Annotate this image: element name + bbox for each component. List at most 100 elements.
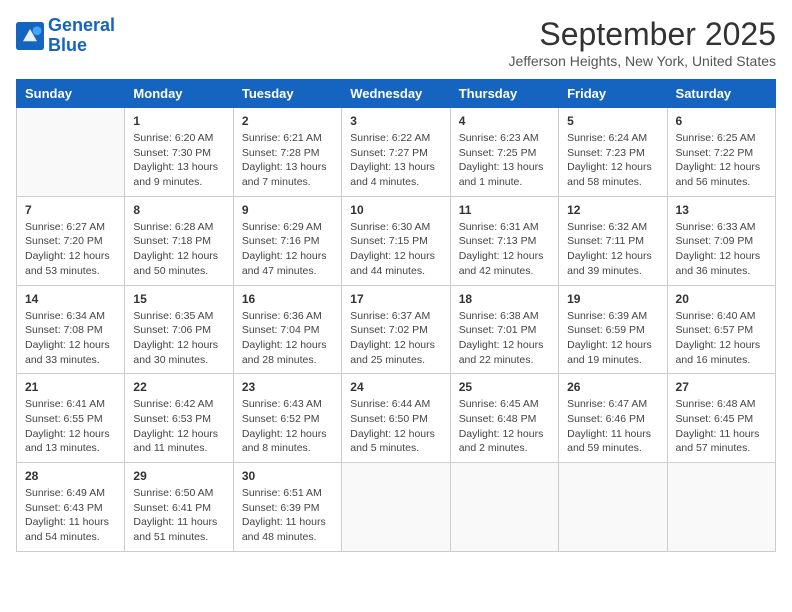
header-cell-sunday: Sunday xyxy=(17,80,125,108)
day-cell: 20Sunrise: 6:40 AM Sunset: 6:57 PM Dayli… xyxy=(667,285,775,374)
day-cell: 17Sunrise: 6:37 AM Sunset: 7:02 PM Dayli… xyxy=(342,285,450,374)
week-row-1: 7 Sunrise: 6:27 AM Sunset: 7:20 PM Daylig… xyxy=(17,196,776,285)
day-number: 13 xyxy=(676,203,767,217)
week-row-2: 14 Sunrise: 6:34 AM Sunset: 7:08 PM Dayli… xyxy=(17,285,776,374)
day-cell: 4 Sunrise: 6:23 AM Sunset: 7:25 PM Daylig… xyxy=(450,108,558,197)
day-cell: 11 Sunrise: 6:31 AM Sunset: 7:13 PM Dayli… xyxy=(450,196,558,285)
day-detail: Sunrise: 6:20 AM Sunset: 7:30 PM Dayligh… xyxy=(133,131,224,190)
day-detail: Sunrise: 6:25 AM Sunset: 7:22 PM Dayligh… xyxy=(676,131,767,190)
day-cell xyxy=(342,463,450,552)
day-detail: Sunrise: 6:39 AM Sunset: 6:59 PM Dayligh… xyxy=(567,309,658,368)
day-number: 29 xyxy=(133,469,224,483)
day-cell xyxy=(559,463,667,552)
day-number: 18 xyxy=(459,292,550,306)
day-detail: Sunrise: 6:49 AM Sunset: 6:43 PM Dayligh… xyxy=(25,486,116,545)
day-cell: 10 Sunrise: 6:30 AM Sunset: 7:15 PM Dayli… xyxy=(342,196,450,285)
logo-line1: General xyxy=(48,15,115,35)
day-cell: 9 Sunrise: 6:29 AM Sunset: 7:16 PM Daylig… xyxy=(233,196,341,285)
logo-icon xyxy=(16,22,44,50)
day-number: 30 xyxy=(242,469,333,483)
month-title: September 2025 xyxy=(509,16,776,53)
day-detail: Sunrise: 6:23 AM Sunset: 7:25 PM Dayligh… xyxy=(459,131,550,190)
day-cell: 21 Sunrise: 6:41 AM Sunset: 6:55 PM Dayli… xyxy=(17,374,125,463)
day-number: 8 xyxy=(133,203,224,217)
logo-text: General Blue xyxy=(48,16,115,56)
title-block: September 2025 Jefferson Heights, New Yo… xyxy=(509,16,776,69)
day-cell: 23 Sunrise: 6:43 AM Sunset: 6:52 PM Dayli… xyxy=(233,374,341,463)
day-cell: 14 Sunrise: 6:34 AM Sunset: 7:08 PM Dayli… xyxy=(17,285,125,374)
day-cell: 29 Sunrise: 6:50 AM Sunset: 6:41 PM Dayli… xyxy=(125,463,233,552)
day-number: 25 xyxy=(459,380,550,394)
day-detail: Sunrise: 6:30 AM Sunset: 7:15 PM Dayligh… xyxy=(350,220,441,279)
header-cell-wednesday: Wednesday xyxy=(342,80,450,108)
day-cell: 13 Sunrise: 6:33 AM Sunset: 7:09 PM Dayli… xyxy=(667,196,775,285)
day-detail: Sunrise: 6:51 AM Sunset: 6:39 PM Dayligh… xyxy=(242,486,333,545)
day-detail: Sunrise: 6:35 AM Sunset: 7:06 PM Dayligh… xyxy=(133,309,224,368)
day-detail: Sunrise: 6:27 AM Sunset: 7:20 PM Dayligh… xyxy=(25,220,116,279)
day-number: 26 xyxy=(567,380,658,394)
logo: General Blue xyxy=(16,16,115,56)
day-detail: Sunrise: 6:47 AM Sunset: 6:46 PM Dayligh… xyxy=(567,397,658,456)
day-cell: 30 Sunrise: 6:51 AM Sunset: 6:39 PM Dayli… xyxy=(233,463,341,552)
day-detail: Sunrise: 6:29 AM Sunset: 7:16 PM Dayligh… xyxy=(242,220,333,279)
header-cell-saturday: Saturday xyxy=(667,80,775,108)
day-cell: 19Sunrise: 6:39 AM Sunset: 6:59 PM Dayli… xyxy=(559,285,667,374)
day-cell: 12Sunrise: 6:32 AM Sunset: 7:11 PM Dayli… xyxy=(559,196,667,285)
day-number: 10 xyxy=(350,203,441,217)
day-cell: 15 Sunrise: 6:35 AM Sunset: 7:06 PM Dayli… xyxy=(125,285,233,374)
day-number: 9 xyxy=(242,203,333,217)
calendar-body: 1Sunrise: 6:20 AM Sunset: 7:30 PM Daylig… xyxy=(17,108,776,552)
location: Jefferson Heights, New York, United Stat… xyxy=(509,53,776,69)
day-detail: Sunrise: 6:40 AM Sunset: 6:57 PM Dayligh… xyxy=(676,309,767,368)
day-cell: 24 Sunrise: 6:44 AM Sunset: 6:50 PM Dayli… xyxy=(342,374,450,463)
day-number: 7 xyxy=(25,203,116,217)
day-detail: Sunrise: 6:38 AM Sunset: 7:01 PM Dayligh… xyxy=(459,309,550,368)
day-cell: 16Sunrise: 6:36 AM Sunset: 7:04 PM Dayli… xyxy=(233,285,341,374)
day-detail: Sunrise: 6:28 AM Sunset: 7:18 PM Dayligh… xyxy=(133,220,224,279)
day-detail: Sunrise: 6:33 AM Sunset: 7:09 PM Dayligh… xyxy=(676,220,767,279)
day-detail: Sunrise: 6:50 AM Sunset: 6:41 PM Dayligh… xyxy=(133,486,224,545)
day-cell: 8 Sunrise: 6:28 AM Sunset: 7:18 PM Daylig… xyxy=(125,196,233,285)
day-detail: Sunrise: 6:43 AM Sunset: 6:52 PM Dayligh… xyxy=(242,397,333,456)
day-cell: 6Sunrise: 6:25 AM Sunset: 7:22 PM Daylig… xyxy=(667,108,775,197)
day-number: 15 xyxy=(133,292,224,306)
day-number: 23 xyxy=(242,380,333,394)
day-number: 11 xyxy=(459,203,550,217)
week-row-0: 1Sunrise: 6:20 AM Sunset: 7:30 PM Daylig… xyxy=(17,108,776,197)
day-cell: 1Sunrise: 6:20 AM Sunset: 7:30 PM Daylig… xyxy=(125,108,233,197)
day-detail: Sunrise: 6:44 AM Sunset: 6:50 PM Dayligh… xyxy=(350,397,441,456)
day-detail: Sunrise: 6:45 AM Sunset: 6:48 PM Dayligh… xyxy=(459,397,550,456)
header-cell-friday: Friday xyxy=(559,80,667,108)
day-detail: Sunrise: 6:41 AM Sunset: 6:55 PM Dayligh… xyxy=(25,397,116,456)
day-cell: 7 Sunrise: 6:27 AM Sunset: 7:20 PM Daylig… xyxy=(17,196,125,285)
day-number: 3 xyxy=(350,114,441,128)
day-number: 28 xyxy=(25,469,116,483)
day-cell: 27Sunrise: 6:48 AM Sunset: 6:45 PM Dayli… xyxy=(667,374,775,463)
day-detail: Sunrise: 6:34 AM Sunset: 7:08 PM Dayligh… xyxy=(25,309,116,368)
week-row-3: 21 Sunrise: 6:41 AM Sunset: 6:55 PM Dayli… xyxy=(17,374,776,463)
calendar: SundayMondayTuesdayWednesdayThursdayFrid… xyxy=(16,79,776,552)
day-number: 21 xyxy=(25,380,116,394)
day-detail: Sunrise: 6:48 AM Sunset: 6:45 PM Dayligh… xyxy=(676,397,767,456)
header-cell-tuesday: Tuesday xyxy=(233,80,341,108)
day-number: 12 xyxy=(567,203,658,217)
day-cell: 28 Sunrise: 6:49 AM Sunset: 6:43 PM Dayli… xyxy=(17,463,125,552)
day-cell: 2Sunrise: 6:21 AM Sunset: 7:28 PM Daylig… xyxy=(233,108,341,197)
week-row-4: 28 Sunrise: 6:49 AM Sunset: 6:43 PM Dayli… xyxy=(17,463,776,552)
logo-line2: Blue xyxy=(48,35,87,55)
day-cell: 5Sunrise: 6:24 AM Sunset: 7:23 PM Daylig… xyxy=(559,108,667,197)
day-number: 24 xyxy=(350,380,441,394)
day-number: 5 xyxy=(567,114,658,128)
day-cell: 22Sunrise: 6:42 AM Sunset: 6:53 PM Dayli… xyxy=(125,374,233,463)
day-detail: Sunrise: 6:42 AM Sunset: 6:53 PM Dayligh… xyxy=(133,397,224,456)
day-detail: Sunrise: 6:37 AM Sunset: 7:02 PM Dayligh… xyxy=(350,309,441,368)
day-cell: 18 Sunrise: 6:38 AM Sunset: 7:01 PM Dayli… xyxy=(450,285,558,374)
day-number: 4 xyxy=(459,114,550,128)
day-cell xyxy=(450,463,558,552)
day-number: 2 xyxy=(242,114,333,128)
header-row: SundayMondayTuesdayWednesdayThursdayFrid… xyxy=(17,80,776,108)
day-detail: Sunrise: 6:36 AM Sunset: 7:04 PM Dayligh… xyxy=(242,309,333,368)
day-cell: 3Sunrise: 6:22 AM Sunset: 7:27 PM Daylig… xyxy=(342,108,450,197)
day-detail: Sunrise: 6:31 AM Sunset: 7:13 PM Dayligh… xyxy=(459,220,550,279)
day-number: 14 xyxy=(25,292,116,306)
